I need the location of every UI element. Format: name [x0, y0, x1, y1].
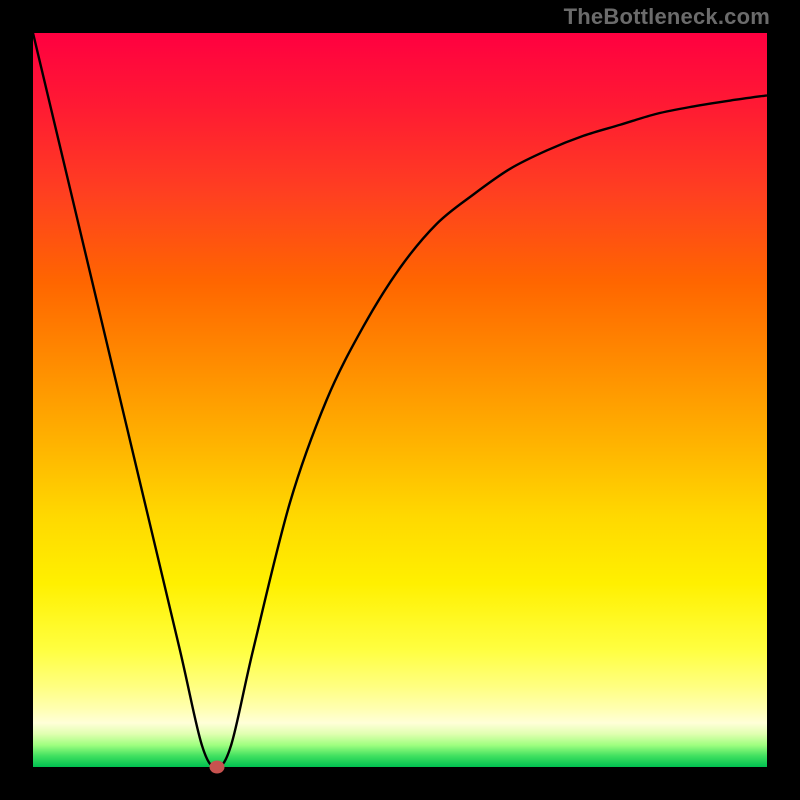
watermark-text: TheBottleneck.com [564, 4, 770, 30]
bottleneck-curve [33, 33, 767, 767]
chart-frame: TheBottleneck.com [0, 0, 800, 800]
bottleneck-curve-svg [33, 33, 767, 767]
optimum-marker [209, 761, 224, 774]
